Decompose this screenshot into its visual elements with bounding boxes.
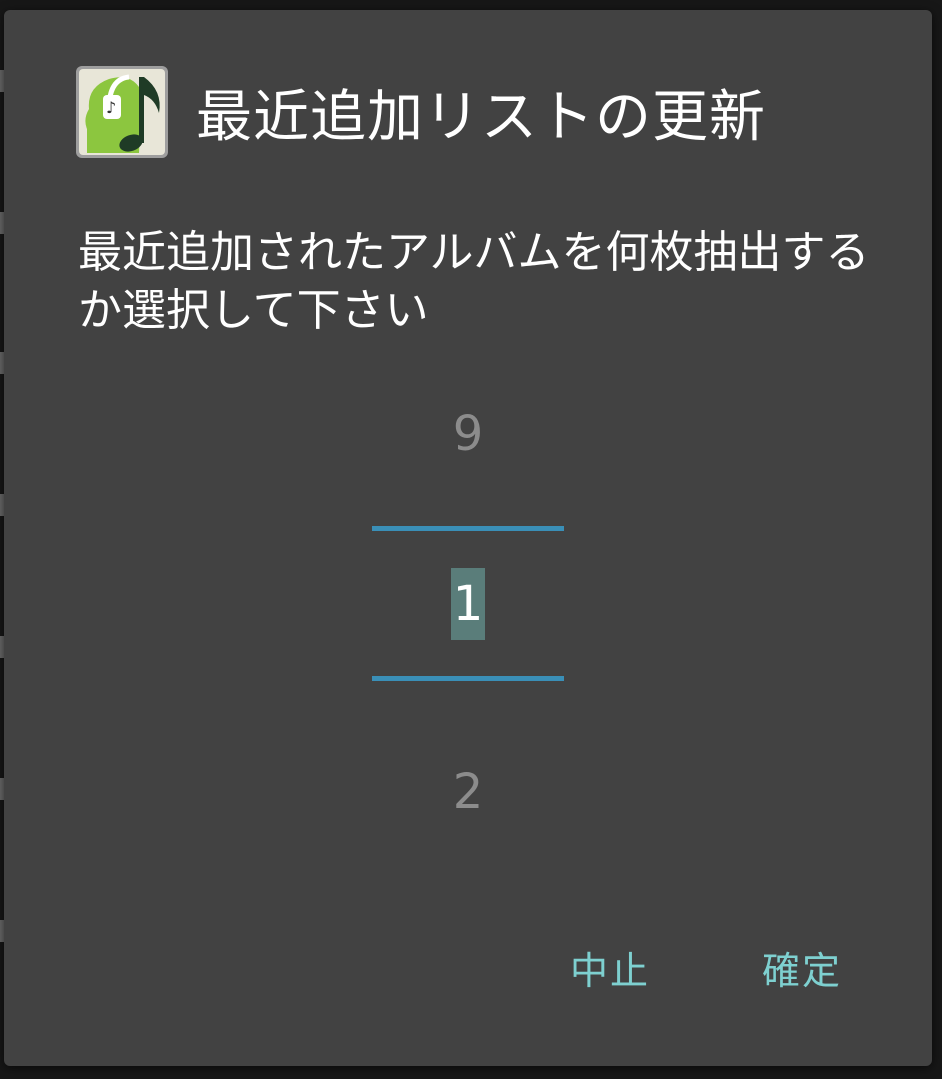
picker-current-value[interactable]: 1 xyxy=(450,568,486,640)
picker-divider-top xyxy=(372,526,564,531)
picker-current-value-field[interactable]: 1 xyxy=(372,568,564,640)
picker-previous-value[interactable]: 9 xyxy=(372,406,564,462)
picker-divider-bottom xyxy=(372,676,564,681)
dialog-title: 最近追加リストの更新 xyxy=(196,84,766,150)
svg-text:♪: ♪ xyxy=(106,98,116,117)
music-headphone-app-icon: ♪ xyxy=(76,66,168,158)
dialog-header: ♪ 最近追加リストの更新 xyxy=(76,64,766,160)
number-picker[interactable]: 9 1 2 xyxy=(372,390,564,850)
cancel-button[interactable]: 中止 xyxy=(570,940,650,995)
picker-next-value[interactable]: 2 xyxy=(372,764,564,820)
ok-button[interactable]: 確定 xyxy=(762,940,842,995)
dialog-message: 最近追加されたアルバムを何枚抽出するか選択して下さい xyxy=(78,227,870,336)
number-picker-dialog: ♪ 最近追加リストの更新 最近追加されたアルバムを何枚抽出するか選択して下さい … xyxy=(4,10,932,1066)
